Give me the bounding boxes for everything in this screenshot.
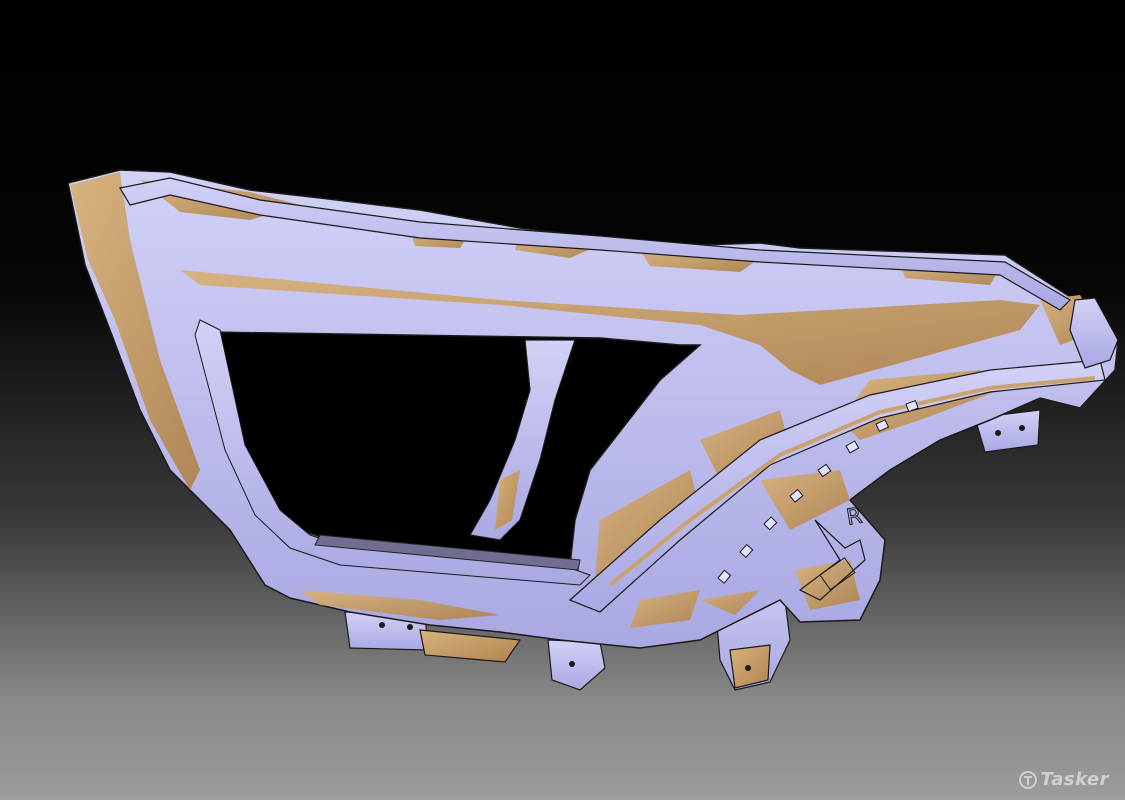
- headlamp-bezel-model[interactable]: R: [0, 0, 1125, 800]
- watermark-text: Tasker: [1040, 769, 1109, 790]
- watermark: Tasker: [1018, 769, 1109, 790]
- cad-3d-viewport[interactable]: R Tasker: [0, 0, 1125, 800]
- svg-text:R: R: [845, 504, 864, 531]
- tasker-logo-icon: [1018, 770, 1037, 789]
